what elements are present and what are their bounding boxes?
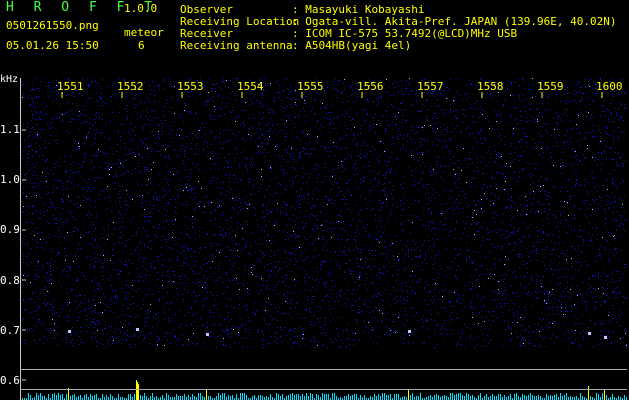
antenna-label: Receiving antenna bbox=[180, 39, 293, 52]
meteor-echo bbox=[68, 330, 71, 333]
app-version: 1.0.0 bbox=[124, 2, 158, 15]
y-axis-line bbox=[20, 78, 21, 400]
x-tick-label: 1552 bbox=[117, 80, 144, 93]
timestamp: 05.01.26 15:50 bbox=[6, 39, 99, 52]
signal-spike bbox=[206, 390, 207, 400]
meteor-count: 6 bbox=[138, 39, 145, 52]
y-tick-label: 0.6 bbox=[0, 374, 20, 387]
y-tick-label: 0.8 bbox=[0, 274, 20, 287]
signal-spike bbox=[408, 390, 409, 400]
x-tick-label: 1557 bbox=[417, 80, 444, 93]
y-tick-label: 0.7 bbox=[0, 324, 20, 337]
signal-spike bbox=[138, 384, 139, 400]
y-tick-label: 1.1 bbox=[0, 123, 20, 136]
file-name: 0501261550.png bbox=[6, 19, 99, 32]
meteor-echo bbox=[206, 333, 209, 336]
signal-spike bbox=[137, 382, 138, 400]
meteor-echo bbox=[408, 330, 411, 333]
x-tick-label: 1600 bbox=[596, 80, 623, 93]
noise-field bbox=[22, 78, 627, 348]
x-tick-label: 1558 bbox=[477, 80, 504, 93]
y-axis-unit: kHz bbox=[0, 74, 19, 85]
x-tick-label: 1559 bbox=[537, 80, 564, 93]
spectrogram-waterfall bbox=[22, 78, 627, 400]
spectrum-strip bbox=[22, 393, 627, 400]
x-tick-label: 1551 bbox=[57, 80, 84, 93]
meteor-echo bbox=[588, 332, 591, 335]
signal-spike bbox=[604, 390, 605, 400]
meteor-echo bbox=[604, 336, 607, 339]
y-tick-label: 1.0 bbox=[0, 173, 20, 186]
signal-spike bbox=[136, 380, 137, 400]
x-tick-label: 1555 bbox=[297, 80, 324, 93]
header-panel: H R O F F T 1.0.0 0501261550.png 05.01.2… bbox=[0, 0, 629, 78]
meteor-echo bbox=[136, 328, 139, 331]
baseline-line-lower bbox=[20, 389, 627, 390]
meteor-label: meteor bbox=[124, 26, 164, 39]
x-tick-label: 1553 bbox=[177, 80, 204, 93]
y-tick-label: 0.9 bbox=[0, 223, 20, 236]
x-tick-label: 1554 bbox=[237, 80, 264, 93]
x-tick-label: 1556 bbox=[357, 80, 384, 93]
baseline-line-upper bbox=[20, 369, 627, 370]
antenna-value: : A504HB(yagi 4el) bbox=[292, 39, 412, 52]
